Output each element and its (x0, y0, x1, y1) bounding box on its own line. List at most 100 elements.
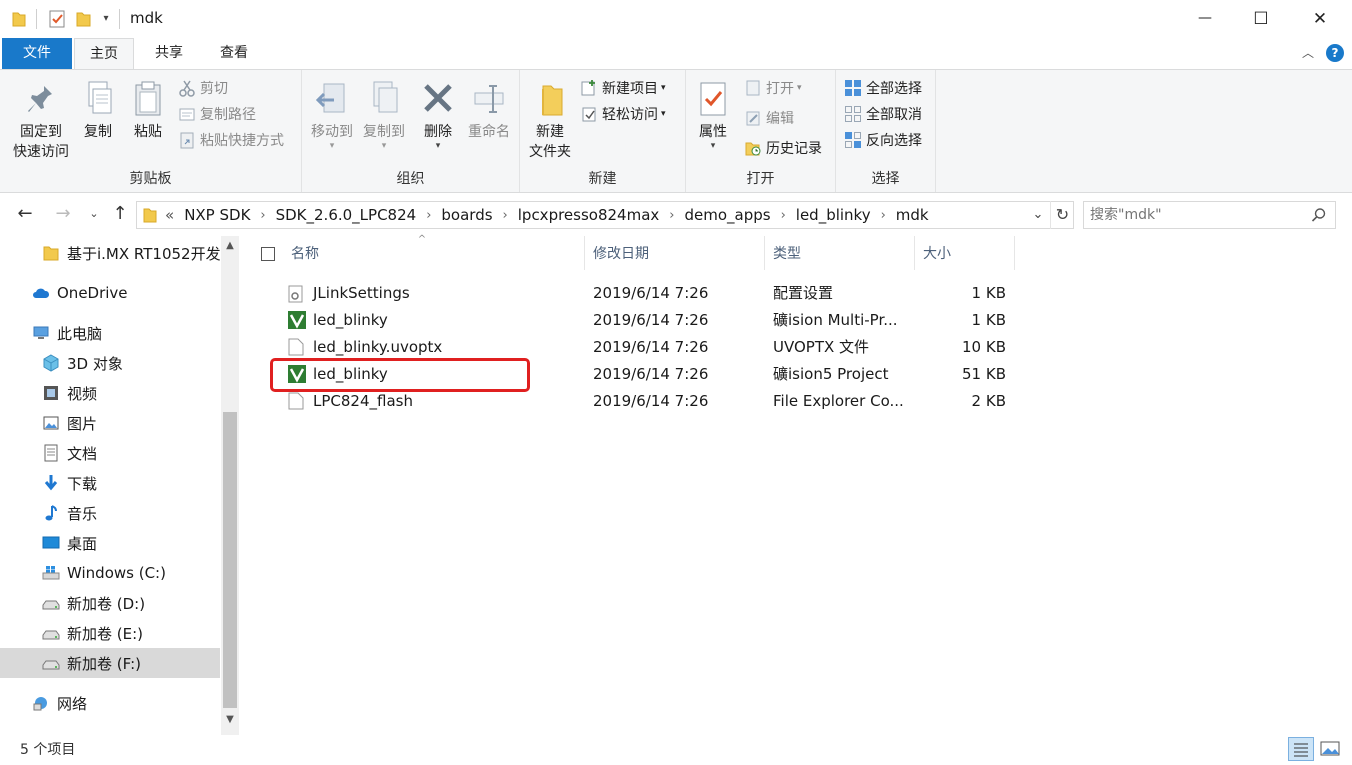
delete-button[interactable]: 删除 ▾ (416, 76, 460, 151)
nav-item-music[interactable]: 音乐 (0, 498, 220, 528)
edit-button[interactable]: 编辑 (744, 106, 794, 130)
file-type: 配置设置 (773, 284, 834, 302)
nav-item-pictures[interactable]: 图片 (0, 408, 220, 438)
column-header-date[interactable]: 修改日期 (585, 236, 765, 270)
nav-item-documents[interactable]: 文档 (0, 438, 220, 468)
nav-item-drive-e[interactable]: 新加卷 (E:) (0, 618, 220, 648)
new-item-button[interactable]: 新建项目 ▾ (580, 76, 666, 100)
blank-file-icon (288, 338, 304, 356)
address-dropdown-icon[interactable]: ⌄ (1030, 207, 1046, 223)
copy-to-button[interactable]: 复制到 ▾ (358, 76, 410, 151)
large-icons-view-icon[interactable] (1318, 737, 1342, 761)
back-arrow-icon[interactable]: ← (14, 204, 36, 224)
new-folder-button[interactable]: 新建 文件夹 (524, 76, 576, 162)
tab-home[interactable]: 主页 (74, 38, 134, 70)
maximize-button[interactable]: ☐ (1236, 0, 1286, 38)
recent-locations-icon[interactable]: ⌄ (86, 206, 102, 222)
nav-scrollbar[interactable]: ▲ ▼ (221, 236, 239, 735)
network-icon (32, 694, 50, 712)
address-path-box[interactable]: « NXP SDK › SDK_2.6.0_LPC824 › boards › … (136, 201, 1074, 229)
forward-arrow-icon[interactable]: → (52, 204, 74, 224)
column-header-size[interactable]: 大小 (915, 236, 1015, 270)
file-list-pane: ^ 名称 修改日期 类型 大小 JLinkSettings 2019/6/14 … (243, 234, 1352, 735)
tab-view[interactable]: 查看 (204, 38, 264, 69)
scroll-thumb[interactable] (223, 412, 237, 708)
nav-item-drive-f[interactable]: 新加卷 (F:) (0, 648, 220, 678)
refresh-icon[interactable]: ↻ (1050, 201, 1074, 229)
breadcrumb-lpcxpresso824max[interactable]: lpcxpresso824max (518, 206, 660, 224)
tab-file[interactable]: 文件 (2, 38, 72, 69)
column-header-type[interactable]: 类型 (765, 236, 915, 270)
address-bar-row: ← → ⌄ ↑ « NXP SDK › SDK_2.6.0_LPC824 › b… (0, 195, 1352, 235)
details-view-icon[interactable] (1288, 737, 1314, 761)
copy-path-button[interactable]: 复制路径 (178, 102, 256, 126)
nav-item-desktop[interactable]: 桌面 (0, 528, 220, 558)
file-row[interactable]: JLinkSettings 2019/6/14 7:26 配置设置 1 KB (283, 280, 1023, 307)
open-group: 属性 ▾ 打开 ▾ 编辑 历史记录 打开 (686, 70, 836, 192)
file-date: 2019/6/14 7:26 (593, 311, 709, 329)
help-icon[interactable]: ? (1326, 44, 1344, 62)
new-folder-quick-icon[interactable] (76, 11, 92, 27)
history-button[interactable]: 历史记录 (744, 136, 822, 160)
download-icon (42, 474, 60, 492)
properties-quick-icon[interactable] (48, 10, 66, 28)
scissors-icon (178, 79, 196, 97)
file-size: 51 KB (962, 365, 1006, 383)
picture-icon (42, 414, 60, 432)
nav-item-network[interactable]: 网络 (0, 688, 220, 718)
nav-item-3d-objects[interactable]: 3D 对象 (0, 348, 220, 378)
rename-icon (471, 80, 507, 118)
chevron-down-icon: ▾ (381, 141, 387, 151)
file-row[interactable]: LPC824_flash 2019/6/14 7:26 File Explore… (283, 388, 1023, 415)
file-date: 2019/6/14 7:26 (593, 365, 709, 383)
customize-dropdown-icon[interactable]: ▾ (100, 12, 112, 26)
invert-selection-button[interactable]: 反向选择 (844, 128, 922, 152)
nav-item-videos[interactable]: 视频 (0, 378, 220, 408)
file-row[interactable]: led_blinky.uvoptx 2019/6/14 7:26 UVOPTX … (283, 334, 1023, 361)
paste-button[interactable]: 粘贴 (124, 76, 172, 142)
breadcrumb-separator: › (260, 207, 266, 223)
highlight-annotation-box (270, 358, 530, 392)
file-row[interactable]: led_blinky 2019/6/14 7:26 礦ision Multi-P… (283, 307, 1023, 334)
search-box[interactable] (1083, 201, 1336, 229)
nav-item-drive-d[interactable]: 新加卷 (D:) (0, 588, 220, 618)
file-size: 10 KB (962, 338, 1006, 356)
column-header-name[interactable]: 名称 (283, 236, 585, 270)
close-button[interactable]: ✕ (1292, 0, 1348, 38)
easy-access-button[interactable]: 轻松访问 ▾ (580, 102, 666, 126)
breadcrumb-nxp-sdk[interactable]: NXP SDK (184, 206, 250, 224)
pin-quick-access-button[interactable]: 固定到 快速访问 (6, 76, 76, 162)
nav-item-downloads[interactable]: 下载 (0, 468, 220, 498)
minimize-button[interactable]: — (1180, 0, 1230, 38)
cut-button[interactable]: 剪切 (178, 76, 228, 100)
nav-item-onedrive[interactable]: OneDrive (0, 278, 220, 308)
nav-item-drive-c[interactable]: Windows (C:) (0, 558, 220, 588)
select-all-button[interactable]: 全部选择 (844, 76, 922, 100)
copy-to-icon (366, 80, 402, 118)
scroll-up-icon[interactable]: ▲ (221, 240, 239, 256)
breadcrumb-led-blinky[interactable]: led_blinky (796, 206, 871, 224)
search-input[interactable] (1090, 205, 1290, 225)
rename-button[interactable]: 重命名 (462, 76, 516, 142)
move-to-button[interactable]: 移动到 ▾ (306, 76, 358, 151)
scroll-down-icon[interactable]: ▼ (221, 714, 239, 730)
paste-shortcut-button[interactable]: 粘贴快捷方式 (178, 128, 284, 152)
music-icon (42, 504, 60, 522)
properties-button[interactable]: 属性 ▾ (690, 76, 736, 151)
file-name: JLinkSettings (313, 284, 410, 302)
tab-share[interactable]: 共享 (140, 38, 198, 69)
copy-button[interactable]: 复制 (76, 76, 120, 142)
nav-item-quick-folder[interactable]: 基于i.MX RT1052开发 (0, 238, 220, 268)
search-icon[interactable] (1311, 207, 1327, 223)
select-none-button[interactable]: 全部取消 (844, 102, 922, 126)
breadcrumb-boards[interactable]: boards (441, 206, 492, 224)
open-button[interactable]: 打开 ▾ (744, 76, 802, 100)
breadcrumb-demo-apps[interactable]: demo_apps (684, 206, 770, 224)
collapse-ribbon-icon[interactable]: ︿ (1300, 44, 1316, 60)
breadcrumb-mdk[interactable]: mdk (896, 206, 929, 224)
breadcrumb-sdk[interactable]: SDK_2.6.0_LPC824 (276, 206, 417, 224)
nav-item-this-pc[interactable]: 此电脑 (0, 318, 220, 348)
address-overflow[interactable]: « (165, 206, 174, 224)
up-arrow-icon[interactable]: ↑ (110, 204, 130, 224)
select-all-checkbox[interactable] (261, 247, 275, 261)
